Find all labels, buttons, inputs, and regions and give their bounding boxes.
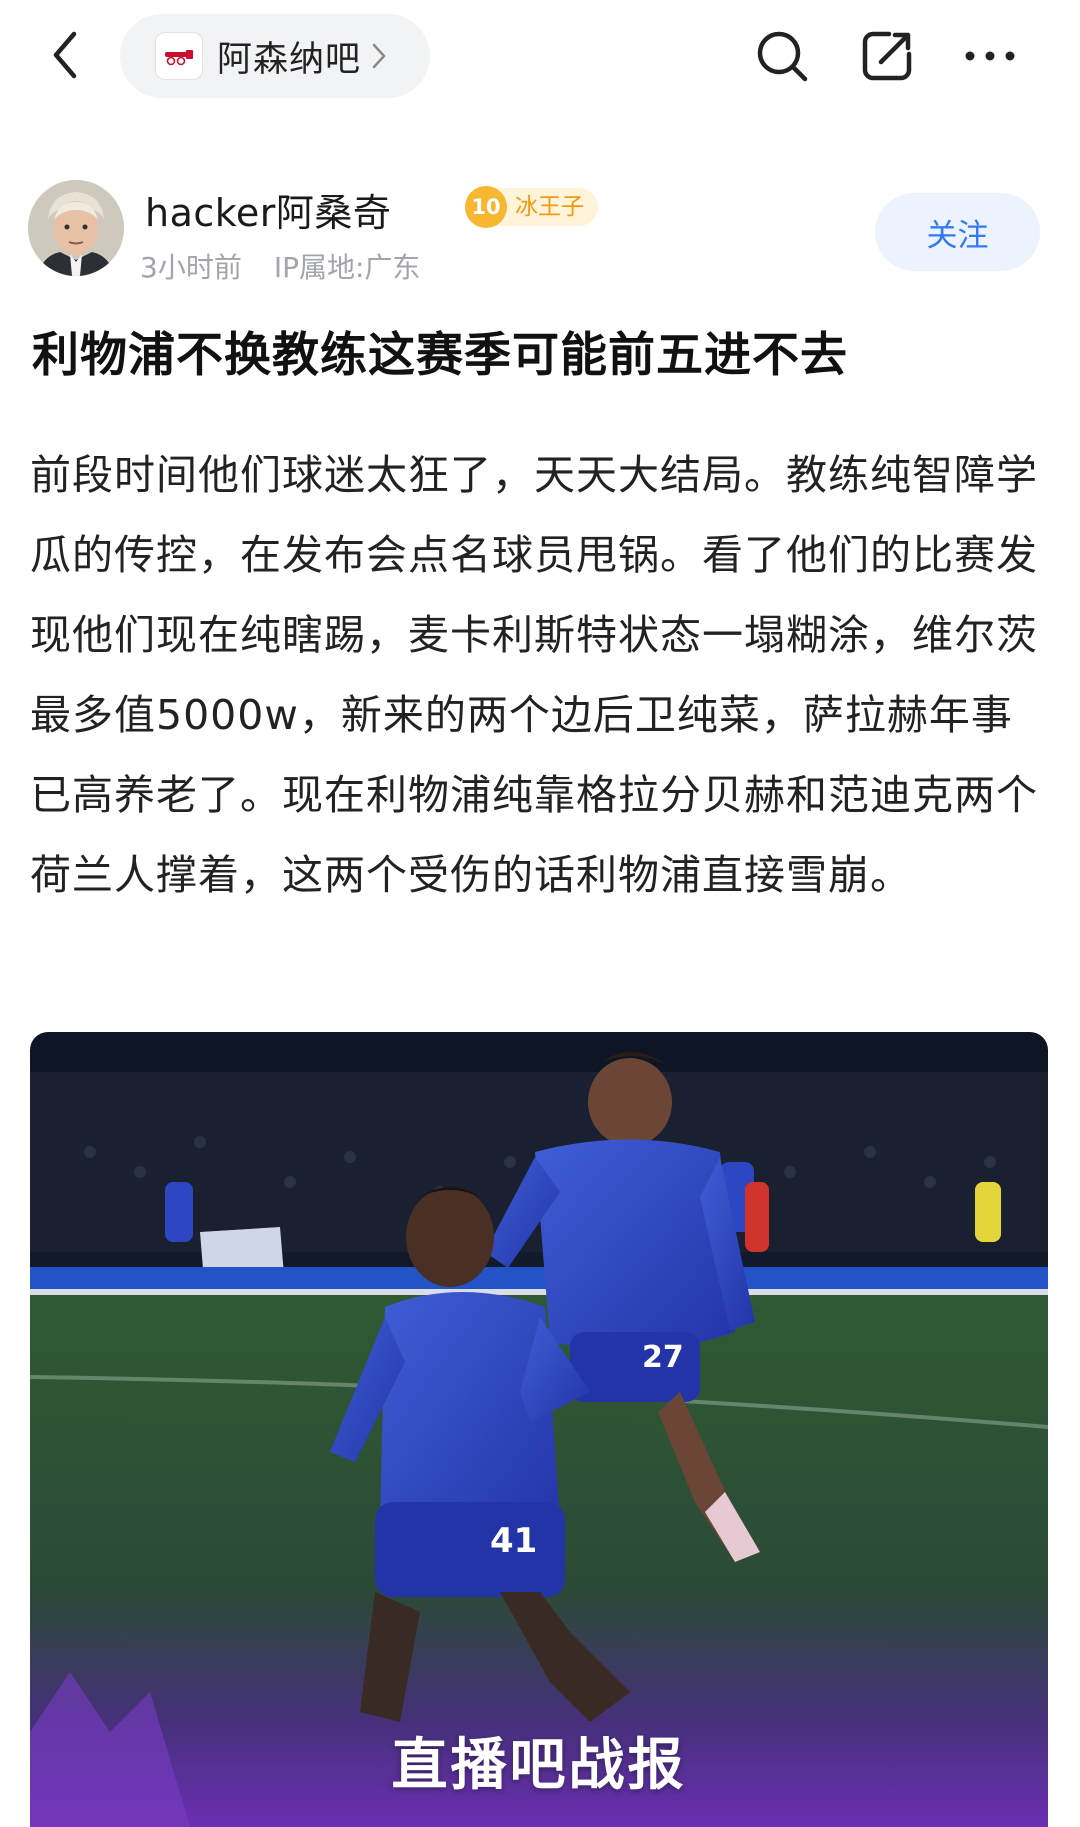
jersey-number-41: 41: [490, 1521, 537, 1561]
ip-location: IP属地:广东: [273, 251, 421, 284]
post-image[interactable]: 27 41 直播吧战报: [30, 1032, 1048, 1827]
avatar[interactable]: [28, 180, 124, 276]
forum-entry-pill[interactable]: 阿森纳吧: [120, 14, 430, 98]
post-body: 前段时间他们球迷太狂了，天天大结局。教练纯智障学瓜的传控，在发布会点名球员甩锅。…: [30, 451, 1038, 899]
share-button[interactable]: [857, 26, 917, 86]
chevron-right-icon: [371, 42, 387, 70]
jersey-number-27: 27: [642, 1340, 684, 1375]
post-time: 3小时前: [140, 251, 242, 284]
back-button[interactable]: [40, 22, 90, 88]
more-icon: [965, 51, 1015, 61]
author-name[interactable]: hacker阿桑奇: [145, 182, 391, 237]
edit-share-icon: [862, 31, 912, 81]
search-button[interactable]: [752, 26, 812, 86]
more-button[interactable]: [960, 26, 1020, 86]
level-badge: 10 冰王子: [465, 186, 598, 228]
football-celebration-photo: 27 41: [30, 1032, 1048, 1827]
level-number: 10: [465, 186, 507, 228]
top-navigation-bar: 阿森纳吧: [0, 0, 1080, 110]
arsenal-cannon-logo: [155, 32, 203, 80]
chevron-left-icon: [53, 31, 77, 79]
post-title: 利物浦不换教练这赛季可能前五进不去: [32, 328, 848, 383]
author-row: hacker阿桑奇 10 冰王子 3小时前 IP属地:广东 关注: [0, 170, 1080, 290]
forum-name: 阿森纳吧: [217, 39, 362, 80]
follow-button[interactable]: 关注: [875, 193, 1040, 271]
post-meta: 3小时前 IP属地:广东: [140, 246, 420, 286]
image-watermark: 直播吧战报: [391, 1733, 687, 1798]
search-icon: [757, 31, 808, 82]
